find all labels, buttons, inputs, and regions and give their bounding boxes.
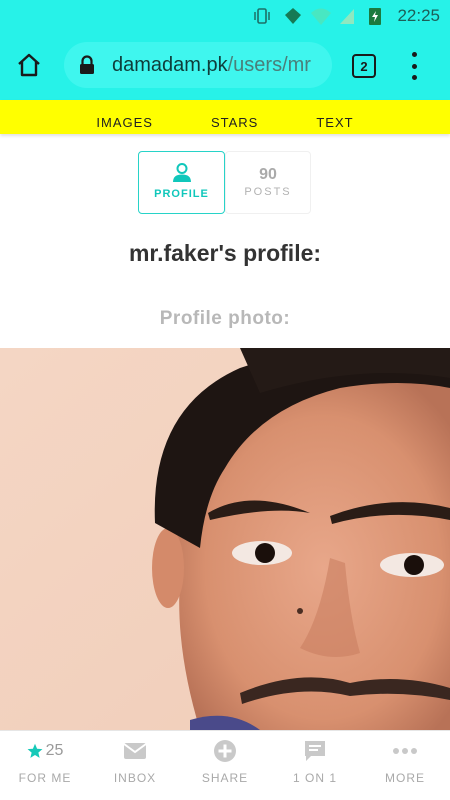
person-icon xyxy=(172,163,191,182)
nav-images[interactable]: IMAGES xyxy=(96,115,153,130)
top-nav: IMAGES STARS TEXT xyxy=(0,100,450,134)
bottom-nav-more[interactable]: MORE xyxy=(360,731,450,800)
tab-switcher-button[interactable]: 2 xyxy=(352,54,376,78)
bottom-nav-share[interactable]: SHARE xyxy=(180,731,270,800)
url-domain: damadam.pk xyxy=(112,53,228,76)
vibrate-icon xyxy=(254,8,270,24)
bottom-nav-inbox[interactable]: INBOX xyxy=(90,731,180,800)
profile-photo-image xyxy=(0,348,450,730)
status-time: 22:25 xyxy=(397,6,440,25)
bottom-nav-label: 1 ON 1 xyxy=(292,771,337,785)
for-me-count: 25 xyxy=(45,742,64,759)
bottom-nav: 25 FOR ME INBOX SHARE 1 ON 1 MORE xyxy=(0,730,450,800)
nav-stars[interactable]: STARS xyxy=(211,115,258,130)
nav-text[interactable]: TEXT xyxy=(316,115,353,130)
wifi-icon xyxy=(311,8,331,25)
browser-menu-button[interactable] xyxy=(404,52,424,80)
page-title: mr.faker's profile: xyxy=(128,240,322,266)
home-icon xyxy=(18,53,40,77)
bottom-nav-one-on-one[interactable]: 1 ON 1 xyxy=(270,731,360,800)
home-button[interactable] xyxy=(14,50,44,80)
more-dots-icon xyxy=(393,748,417,754)
profile-photo[interactable] xyxy=(0,348,450,730)
bottom-nav-label: INBOX xyxy=(113,771,157,785)
menu-dot-icon xyxy=(411,52,417,57)
vpn-diamond-icon xyxy=(285,8,301,24)
tab-posts[interactable]: 90 POSTS xyxy=(225,151,311,214)
bottom-nav-for-me[interactable]: 25 FOR ME xyxy=(0,731,90,800)
lock-icon xyxy=(80,55,94,74)
tab-profile[interactable]: PROFILE xyxy=(138,151,225,214)
bottom-nav-label: FOR ME xyxy=(18,771,72,785)
browser-toolbar: damadam.pk/users/mr 2 xyxy=(0,32,450,100)
add-circle-icon xyxy=(214,740,236,762)
menu-dot-icon xyxy=(411,75,417,80)
tab-profile-label: PROFILE xyxy=(154,188,209,200)
status-bar: 22:25 xyxy=(0,0,450,32)
tab-posts-label: POSTS xyxy=(244,186,292,198)
posts-count: 90 xyxy=(259,166,277,183)
star-icon xyxy=(27,743,43,758)
bottom-nav-label: MORE xyxy=(385,771,425,785)
battery-icon xyxy=(369,8,381,25)
profile-photo-label: Profile photo: xyxy=(159,308,291,329)
address-bar[interactable]: damadam.pk/users/mr xyxy=(64,42,332,88)
signal-icon xyxy=(340,9,354,24)
bottom-nav-label: SHARE xyxy=(201,771,249,785)
envelope-icon xyxy=(123,743,147,759)
menu-dot-icon xyxy=(411,63,417,69)
chat-bubble-icon xyxy=(305,741,325,761)
url-path: /users/mr xyxy=(227,53,311,76)
